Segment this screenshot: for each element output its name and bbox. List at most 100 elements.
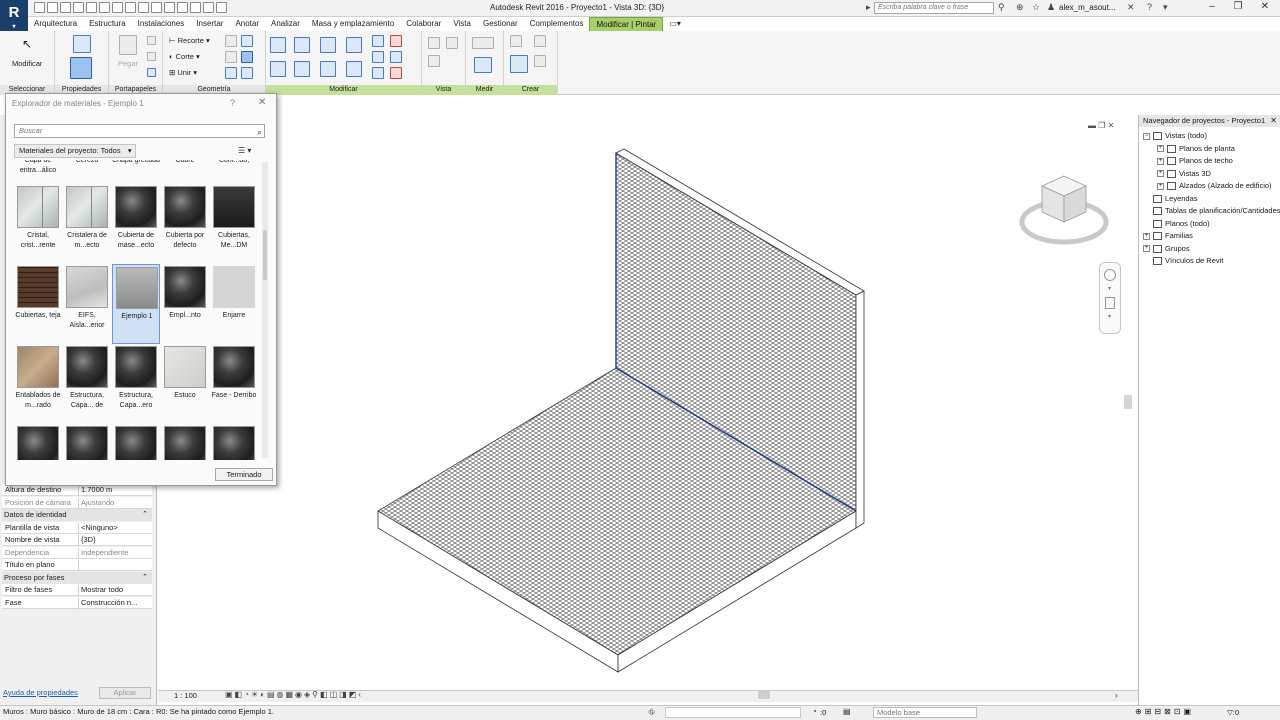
- steering-wheel-dropdown-icon[interactable]: ▾: [1108, 285, 1111, 292]
- switch-windows-icon[interactable]: [216, 2, 227, 13]
- tab-11[interactable]: Modificar | Pintar: [589, 17, 664, 31]
- minimize-button[interactable]: –: [1200, 0, 1224, 15]
- material-tile[interactable]: EIFS, Aisla...erior: [63, 264, 111, 344]
- binoculars-icon[interactable]: ⚲: [998, 2, 1005, 13]
- view-window-controls[interactable]: ▬ ❐ ✕: [1088, 121, 1114, 130]
- zoom-dropdown-icon[interactable]: ▾: [1108, 313, 1111, 320]
- paste-button[interactable]: Pegar: [118, 59, 138, 68]
- create-group-icon[interactable]: [510, 55, 528, 73]
- mirror-axis-icon[interactable]: [320, 37, 336, 53]
- vertical-scroll-thumb[interactable]: [1124, 395, 1132, 409]
- tab-0[interactable]: Arquitectura: [28, 17, 83, 31]
- save-icon[interactable]: [47, 2, 58, 13]
- expand-icon[interactable]: +: [1143, 245, 1150, 253]
- join-button[interactable]: ⊞ Unir ▾: [169, 68, 197, 77]
- wall-joins-icon[interactable]: [225, 35, 237, 47]
- tree-item[interactable]: Tablas de planificación/Cantidades: [1143, 206, 1280, 216]
- copy-element-icon[interactable]: [294, 61, 310, 77]
- remove-paint-icon[interactable]: [241, 67, 253, 79]
- revit-app-menu-button[interactable]: R ▾: [0, 0, 28, 32]
- tab-5[interactable]: Analizar: [265, 17, 306, 31]
- tab-10[interactable]: Complementos: [524, 17, 590, 31]
- material-filter-dropdown[interactable]: Materiales del proyecto: Todos ▾: [14, 144, 136, 158]
- tab-6[interactable]: Masa y emplazamiento: [306, 17, 400, 31]
- filter-count[interactable]: ▽:0: [1227, 708, 1239, 717]
- tree-item[interactable]: − Vistas (todo): [1143, 131, 1207, 141]
- section-icon[interactable]: [177, 2, 188, 13]
- view-scale[interactable]: 1 : 100: [174, 691, 197, 700]
- redo-icon[interactable]: [86, 2, 97, 13]
- user-icon[interactable]: ♟: [1047, 2, 1055, 13]
- design-option-dropdown[interactable]: Modelo base: [873, 707, 977, 718]
- paste-icon[interactable]: [119, 35, 137, 55]
- material-tile[interactable]: Estructura, Capa...ero: [112, 344, 160, 424]
- hide-element-icon[interactable]: [428, 37, 440, 49]
- tree-item[interactable]: + Familias: [1143, 231, 1193, 241]
- offset-icon[interactable]: [294, 37, 310, 53]
- property-value[interactable]: [78, 560, 152, 571]
- material-tile[interactable]: Cubiertas, Me...DM: [210, 184, 258, 264]
- expand-icon[interactable]: +: [1157, 145, 1164, 153]
- property-value[interactable]: 1.7000 m: [78, 485, 152, 496]
- undo-icon[interactable]: [73, 2, 84, 13]
- property-value[interactable]: {3D}: [78, 535, 152, 546]
- property-value[interactable]: Mostrar todo: [78, 585, 152, 596]
- material-search-input[interactable]: Buscar ⌕: [14, 124, 265, 138]
- dimension-tool-icon[interactable]: [474, 57, 492, 73]
- close-hidden-icon[interactable]: [203, 2, 214, 13]
- material-tile[interactable]: Estructura, Capa... de: [63, 344, 111, 424]
- cope-button[interactable]: ⊢ Recorte ▾: [169, 36, 210, 45]
- measure-icon[interactable]: [112, 2, 123, 13]
- design-options-icon[interactable]: ▤: [843, 707, 851, 716]
- move-icon[interactable]: [270, 61, 286, 77]
- create-assembly-icon[interactable]: [510, 35, 522, 47]
- help-search-input[interactable]: Escriba palabra clave o frase: [874, 2, 994, 14]
- text-icon[interactable]: [151, 2, 162, 13]
- property-row[interactable]: Plantilla de vista <Ninguno>: [2, 521, 152, 534]
- print-icon[interactable]: [99, 2, 110, 13]
- tab-2[interactable]: Instalaciones: [132, 17, 191, 31]
- material-tile[interactable]: Fase - Derribo: [210, 344, 258, 424]
- workset-dropdown[interactable]: [665, 707, 801, 718]
- worksets-icon[interactable]: ⛗: [648, 707, 655, 718]
- material-tile[interactable]: Cristal, crist...rente: [14, 184, 62, 264]
- match-type-icon[interactable]: [147, 68, 156, 77]
- tree-item[interactable]: + Vistas 3D: [1157, 169, 1211, 178]
- mirror-draw-icon[interactable]: [346, 37, 362, 53]
- cursor-icon[interactable]: ↖: [22, 37, 32, 51]
- split-icon[interactable]: [372, 35, 384, 47]
- ribbon-minimize-toggle-icon[interactable]: ▭▾: [663, 17, 687, 31]
- expand-icon[interactable]: +: [1157, 170, 1164, 178]
- scrollbar-thumb[interactable]: [263, 230, 267, 280]
- collapse-icon[interactable]: −: [1143, 132, 1150, 140]
- material-tile[interactable]: Cristalera de m...ecto: [63, 184, 111, 264]
- scale-icon[interactable]: [390, 51, 402, 63]
- help-icon[interactable]: ?: [230, 98, 235, 108]
- apply-button[interactable]: Aplicar: [99, 687, 151, 699]
- exchange-icon[interactable]: ✕: [1127, 2, 1135, 13]
- sync-icon[interactable]: [60, 2, 71, 13]
- thin-lines-icon[interactable]: [190, 2, 201, 13]
- split-gap-icon[interactable]: [390, 35, 402, 47]
- viewcube[interactable]: [1018, 170, 1110, 250]
- material-tile[interactable]: Ejemplo 1: [112, 264, 160, 344]
- zoom-icon[interactable]: [1105, 297, 1115, 309]
- override-graphics-icon[interactable]: [446, 37, 458, 49]
- material-tile[interactable]: Cubierta de mase...ecto: [112, 184, 160, 264]
- split-face-icon[interactable]: [241, 35, 253, 47]
- property-value[interactable]: Construcción n...: [78, 597, 152, 609]
- tab-7[interactable]: Colaborar: [400, 17, 447, 31]
- collapse-icon[interactable]: ⌃: [142, 572, 148, 583]
- property-value[interactable]: Independiente: [78, 547, 152, 559]
- material-tile[interactable]: Estuco: [161, 344, 209, 424]
- material-tile[interactable]: Cubierta por defecto: [161, 184, 209, 264]
- expand-icon[interactable]: +: [1157, 157, 1164, 165]
- properties-help-link[interactable]: Ayuda de propiedades: [3, 688, 78, 697]
- tab-8[interactable]: Vista: [447, 17, 477, 31]
- model-canvas[interactable]: [158, 115, 1138, 690]
- paint-icon[interactable]: [241, 51, 253, 63]
- favorites-icon[interactable]: ☆: [1032, 2, 1040, 13]
- 3d-viewport[interactable]: [158, 115, 1138, 690]
- cut-geometry-button[interactable]: ◐ Corte ▾: [169, 52, 200, 61]
- tree-item[interactable]: Vínculos de Revit: [1143, 256, 1223, 266]
